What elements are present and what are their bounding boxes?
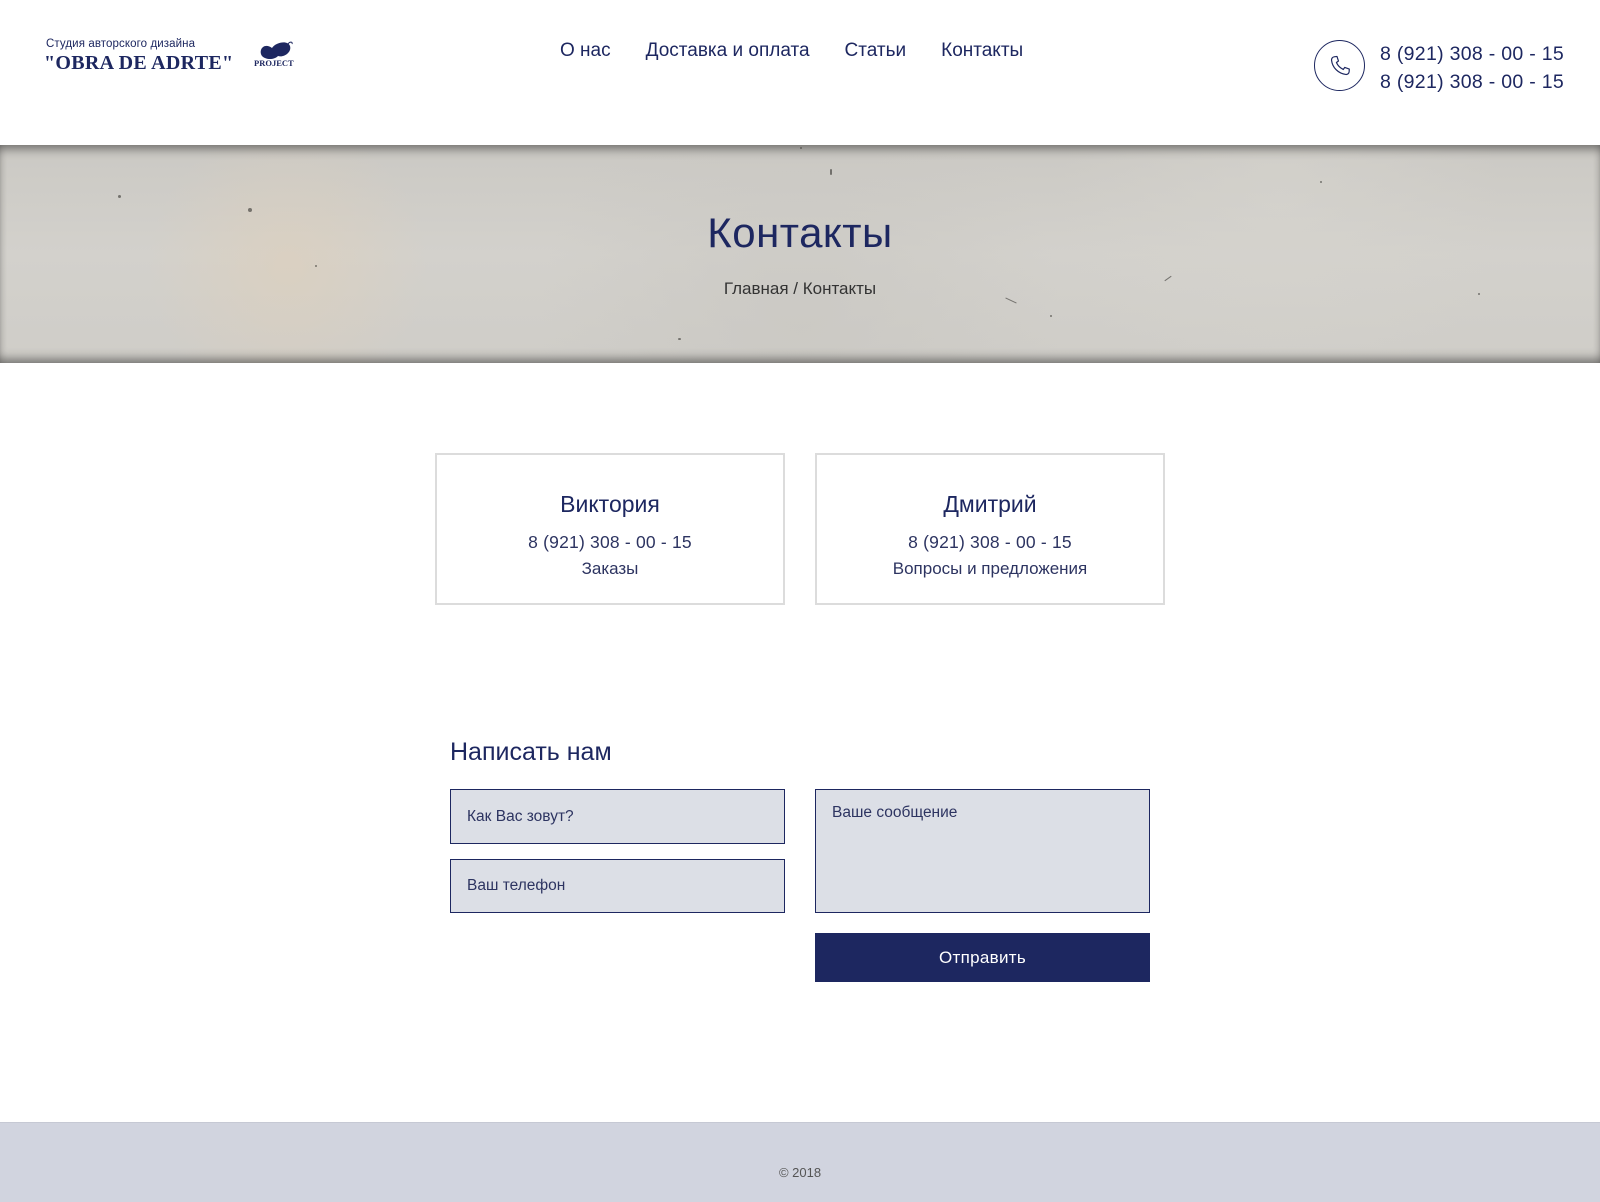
logo-name: "OBRA DE ADRTE": [44, 52, 234, 74]
contact-phone[interactable]: 8 (921) 308 - 00 - 15: [817, 532, 1163, 553]
copyright: © 2018: [778, 1165, 822, 1180]
name-input-placeholder: Как Вас зовут?: [467, 807, 574, 825]
contact-name: Виктория: [560, 491, 660, 517]
logo-suffix: PROJECT: [254, 58, 294, 68]
main-nav: О нас Доставка и оплата Статьи Контакты: [560, 40, 1058, 62]
site-header: Студия авторского дизайна "OBRA DE ADRTE…: [0, 0, 1600, 145]
header-phone-1[interactable]: 8 (921) 308 - 00 - 15: [1380, 40, 1564, 68]
breadcrumb-current: Контакты: [802, 279, 877, 298]
logo-subtitle: Студия авторского дизайна: [46, 38, 196, 50]
site-footer: © 2018: [0, 1122, 1600, 1202]
contact-card: Виктория 8 (921) 308 - 00 - 15 Заказы: [435, 453, 785, 605]
contact-role: Вопросы и предложения: [892, 559, 1088, 578]
phone-input-placeholder: Ваш телефон: [467, 877, 566, 894]
contact-role: Заказы: [581, 559, 639, 578]
submit-button[interactable]: Отправить: [815, 933, 1150, 982]
contact-name: Дмитрий: [943, 491, 1037, 517]
header-phone-2[interactable]: 8 (921) 308 - 00 - 15: [1380, 68, 1564, 96]
breadcrumb-separator: /: [788, 279, 803, 298]
page-title: Контакты: [707, 209, 893, 256]
breadcrumb: Главная / Контакты: [0, 279, 1600, 299]
phone-input[interactable]: Ваш телефон: [450, 859, 785, 913]
message-textarea-placeholder: Ваше сообщение: [832, 804, 958, 821]
nav-item-articles[interactable]: Статьи: [845, 40, 907, 62]
contact-card: Дмитрий 8 (921) 308 - 00 - 15 Вопросы и …: [815, 453, 1165, 605]
phone-icon[interactable]: [1314, 40, 1365, 91]
name-input[interactable]: Как Вас зовут?: [450, 789, 785, 844]
nav-item-contacts[interactable]: Контакты: [941, 40, 1023, 62]
header-phones: 8 (921) 308 - 00 - 15 8 (921) 308 - 00 -…: [1380, 40, 1564, 96]
logo[interactable]: Студия авторского дизайна "OBRA DE ADRTE…: [44, 38, 304, 78]
phone-handset-icon: [1330, 55, 1350, 75]
message-textarea[interactable]: Ваше сообщение: [815, 789, 1150, 913]
breadcrumb-home-link[interactable]: Главная: [724, 279, 789, 298]
form-title: Написать нам: [450, 738, 612, 766]
nav-item-delivery[interactable]: Доставка и оплата: [646, 40, 810, 62]
page-hero: Контакты Главная / Контакты: [0, 145, 1600, 363]
nav-item-about[interactable]: О нас: [560, 40, 611, 62]
contact-phone[interactable]: 8 (921) 308 - 00 - 15: [437, 532, 783, 553]
